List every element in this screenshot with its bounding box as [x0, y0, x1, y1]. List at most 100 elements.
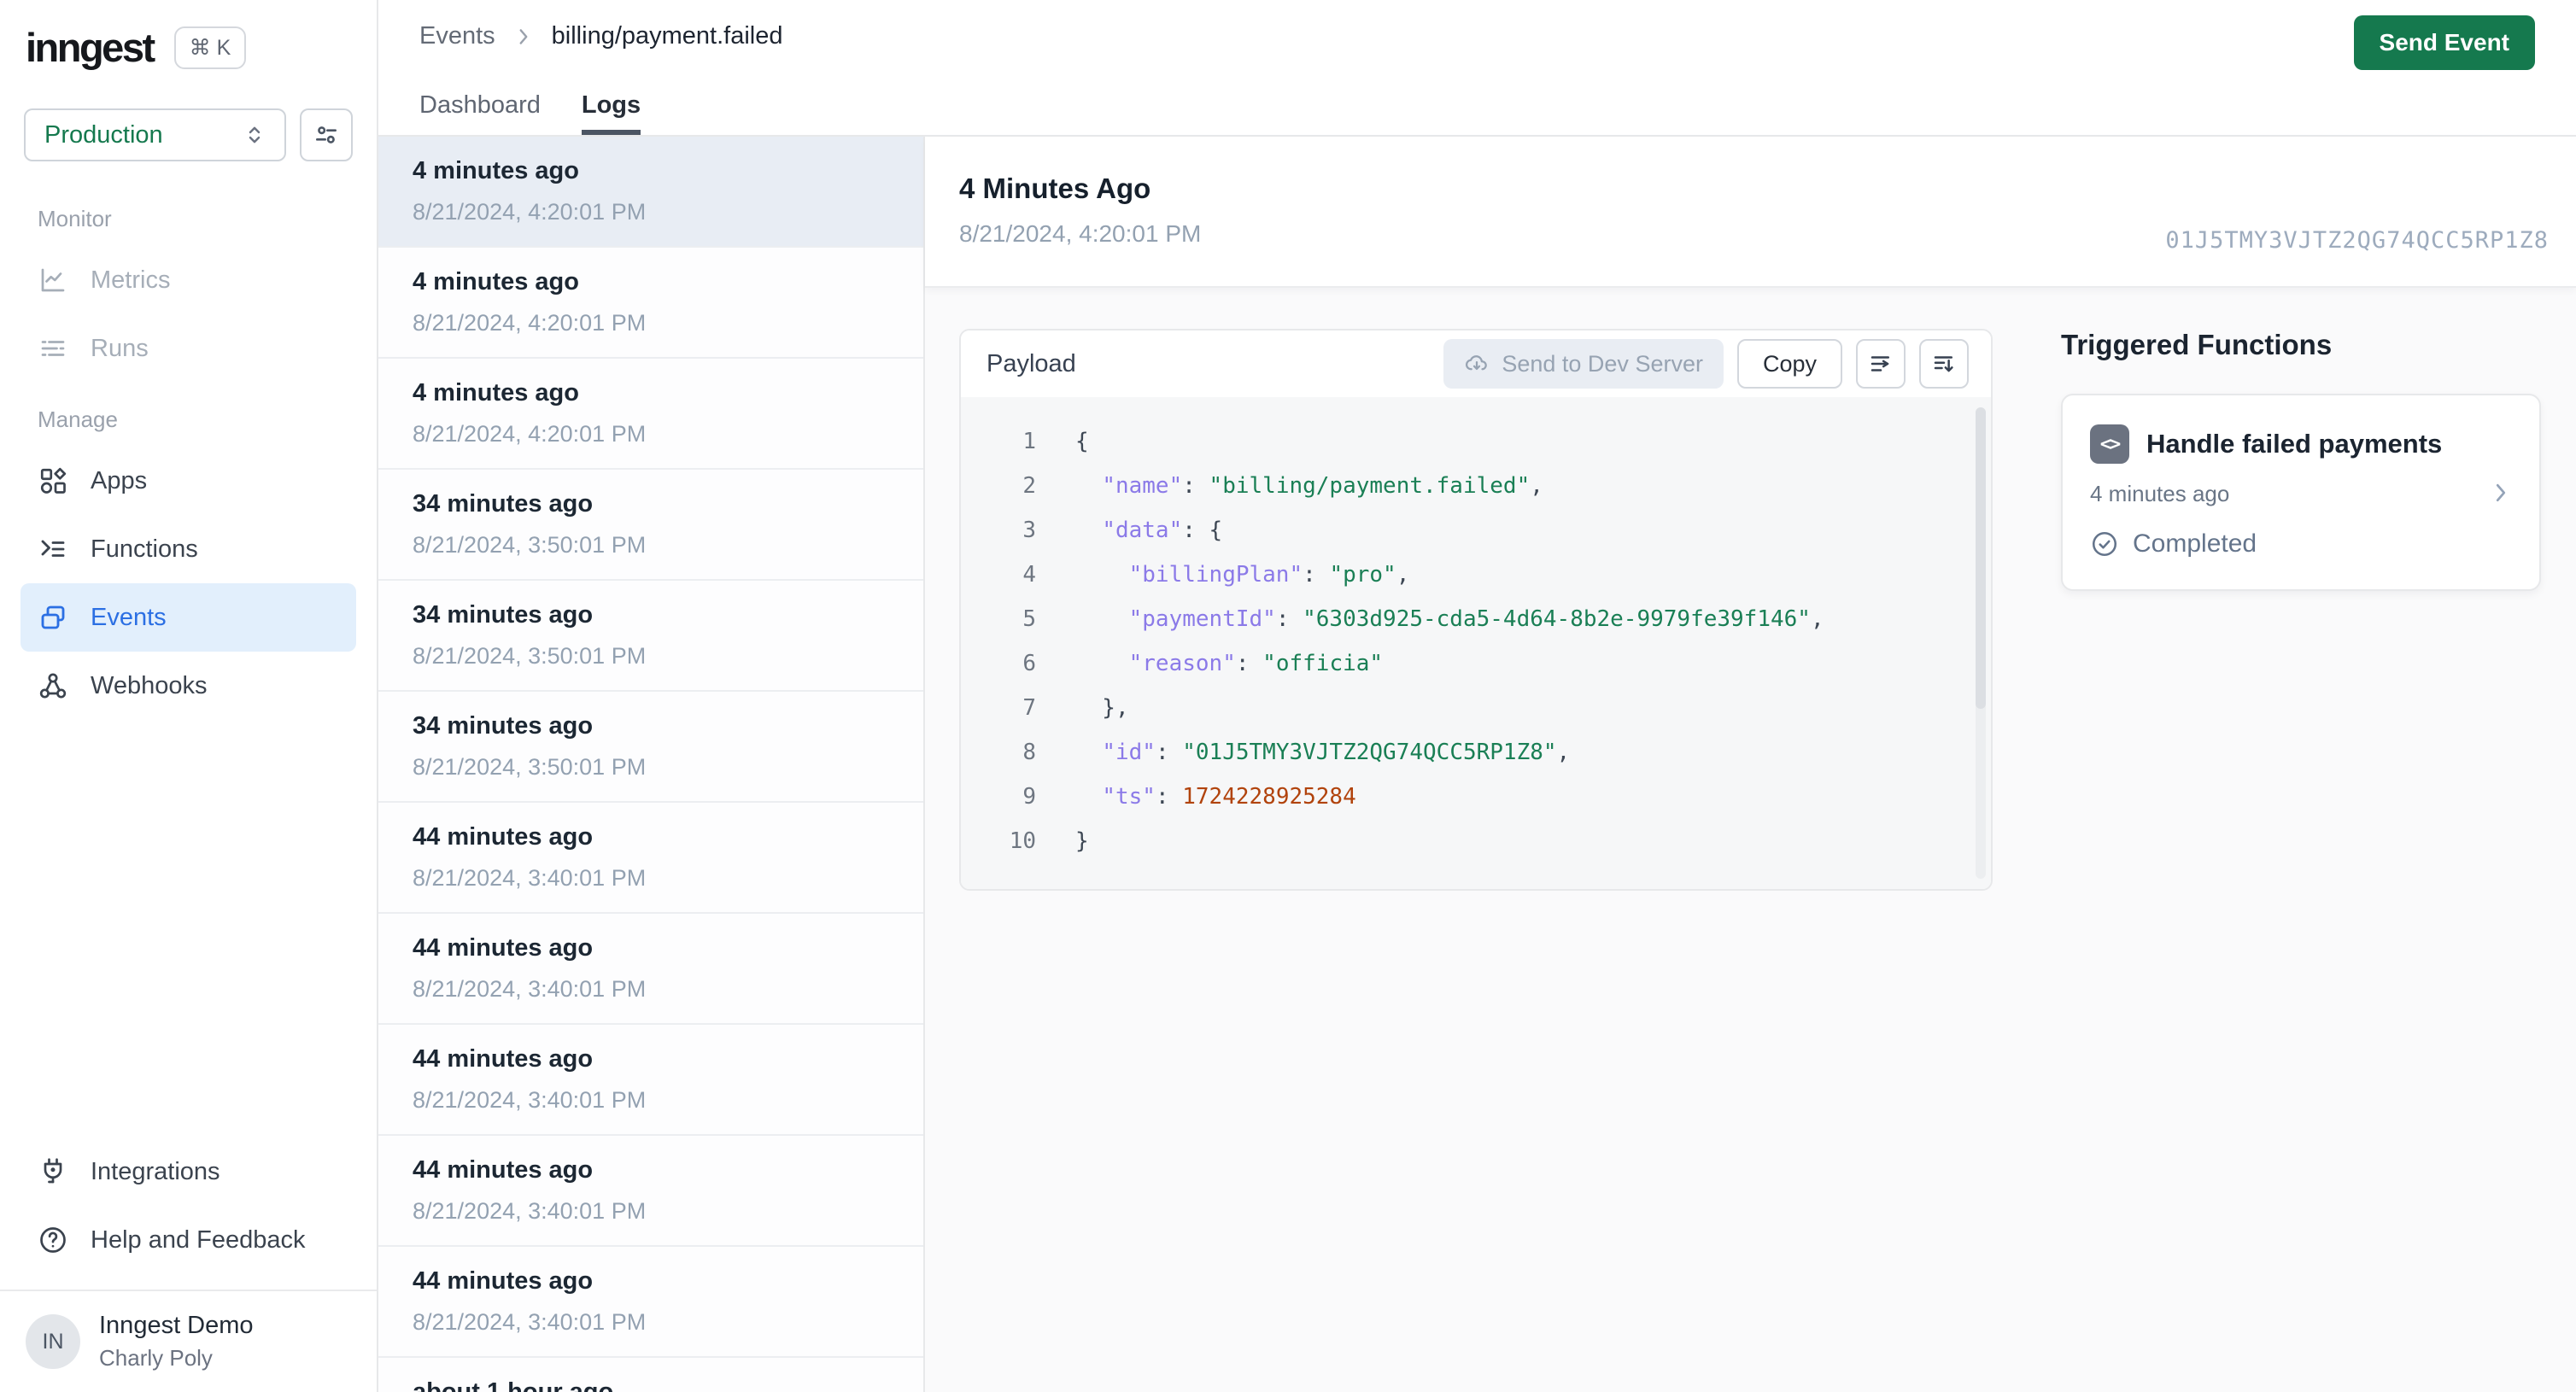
event-item-timestamp: 8/21/2024, 3:40:01 PM	[413, 865, 647, 891]
event-list-item[interactable]: 34 minutes ago 8/21/2024, 3:50:01 PM	[378, 470, 923, 581]
event-list-item[interactable]: 44 minutes ago 8/21/2024, 3:40:01 PM	[378, 1247, 923, 1358]
event-id: 01J5TMY3VJTZ2QG74QCC5RP1Z8	[2165, 227, 2549, 254]
send-event-button[interactable]: Send Event	[2353, 15, 2535, 70]
user-subtitle: Charly Poly	[99, 1345, 213, 1371]
event-item-timestamp: 8/21/2024, 3:50:01 PM	[413, 754, 647, 780]
event-item-relative: 44 minutes ago	[413, 1045, 594, 1073]
payload-header: Payload Send to Dev Server Copy	[961, 330, 1991, 397]
line-number: 1	[1022, 429, 1036, 454]
code-line: 5 "paymentId": "6303d925-cda5-4d64-8b2e-…	[961, 597, 1991, 641]
user-name: Inngest Demo	[99, 1312, 254, 1339]
section-label-monitor: Monitor	[38, 206, 112, 231]
line-number: 6	[1022, 651, 1036, 676]
sidebar-item-events[interactable]: Events	[20, 583, 356, 652]
event-list-item[interactable]: 4 minutes ago 8/21/2024, 4:20:01 PM	[378, 137, 923, 248]
sidebar-item-label: Functions	[91, 535, 198, 563]
main-area: Events billing/payment.failed Send Event…	[378, 0, 2576, 1392]
event-item-timestamp: 8/21/2024, 3:40:01 PM	[413, 1198, 647, 1224]
function-title-row: <> Handle failed payments	[2090, 424, 2512, 464]
event-list-item[interactable]: 44 minutes ago 8/21/2024, 3:40:01 PM	[378, 1136, 923, 1247]
code-line: 1{	[961, 419, 1991, 464]
content-row: 4 minutes ago 8/21/2024, 4:20:01 PM 4 mi…	[378, 137, 2576, 1392]
event-list-item[interactable]: 34 minutes ago 8/21/2024, 3:50:01 PM	[378, 581, 923, 692]
triggered-functions: Triggered Functions <> Handle failed pay…	[2061, 329, 2541, 591]
event-item-relative: 4 minutes ago	[413, 268, 579, 295]
tab-logs[interactable]: Logs	[581, 91, 641, 135]
line-number: 9	[1022, 784, 1036, 810]
inngest-logo[interactable]: inngest	[26, 24, 155, 71]
environment-label: Production	[44, 120, 163, 149]
sidebar-item-metrics[interactable]: Metrics	[20, 246, 356, 314]
event-item-timestamp: 8/21/2024, 4:20:01 PM	[413, 199, 647, 225]
event-detail-body: Payload Send to Dev Server Copy 1 {2 "n…	[925, 288, 2576, 1392]
sidebar-item-apps[interactable]: Apps	[20, 447, 356, 515]
line-number: 3	[1022, 518, 1036, 543]
functions-icon	[38, 534, 68, 564]
event-list-item[interactable]: 44 minutes ago 8/21/2024, 3:40:01 PM	[378, 914, 923, 1025]
event-list-item[interactable]: 44 minutes ago 8/21/2024, 3:40:01 PM	[378, 1025, 923, 1136]
code-line: 2 "name": "billing/payment.failed",	[961, 464, 1991, 508]
event-list-item[interactable]: 44 minutes ago 8/21/2024, 3:40:01 PM	[378, 803, 923, 914]
wrap-lines-button[interactable]	[1856, 339, 1906, 389]
command-k-shortcut[interactable]: ⌘ K	[173, 26, 247, 69]
environment-settings-button[interactable]	[300, 108, 353, 161]
function-status: Completed	[2090, 529, 2512, 559]
sidebar-item-label: Apps	[91, 466, 148, 494]
event-item-timestamp: 8/21/2024, 3:40:01 PM	[413, 1087, 647, 1113]
sidebar-item-label: Metrics	[91, 266, 171, 294]
sidebar-item-label: Events	[91, 603, 167, 631]
event-detail-title: 4 Minutes Ago	[959, 173, 1151, 204]
payload-card: Payload Send to Dev Server Copy 1 {2 "n…	[959, 329, 1993, 891]
event-item-relative: 44 minutes ago	[413, 934, 594, 962]
breadcrumb: Events billing/payment.failed	[419, 22, 2535, 50]
function-status-label: Completed	[2133, 529, 2257, 558]
sidebar-item-functions[interactable]: Functions	[20, 515, 356, 583]
topbar: Events billing/payment.failed Send Event…	[378, 0, 2576, 137]
code-scrollbar[interactable]	[1976, 407, 1986, 879]
code-badge-icon: <>	[2090, 424, 2129, 464]
event-list-item[interactable]: 4 minutes ago 8/21/2024, 4:20:01 PM	[378, 359, 923, 470]
app-window: inngest ⌘ K Production Monitor Metrics R…	[0, 0, 2576, 1392]
user-menu[interactable]: IN Inngest Demo Charly Poly	[0, 1290, 377, 1392]
cloud-download-icon	[1464, 351, 1490, 377]
event-list-item[interactable]: 34 minutes ago 8/21/2024, 3:50:01 PM	[378, 692, 923, 803]
send-to-dev-server-label: Send to Dev Server	[1502, 350, 1703, 377]
environment-select[interactable]: Production	[24, 108, 286, 161]
sidebar-item-help[interactable]: Help and Feedback	[20, 1206, 356, 1274]
sidebar: inngest ⌘ K Production Monitor Metrics R…	[0, 0, 378, 1392]
event-item-relative: 34 minutes ago	[413, 601, 594, 629]
sidebar-item-runs[interactable]: Runs	[20, 314, 356, 383]
breadcrumb-events-link[interactable]: Events	[419, 22, 495, 50]
sidebar-item-label: Webhooks	[91, 671, 208, 699]
sidebar-item-integrations[interactable]: Integrations	[20, 1138, 356, 1206]
code-line: 9 "ts": 1724228925284	[961, 775, 1991, 819]
event-item-timestamp: 8/21/2024, 4:20:01 PM	[413, 421, 647, 447]
sidebar-item-label: Integrations	[91, 1157, 220, 1185]
line-number: 8	[1022, 740, 1036, 765]
event-item-relative: 4 minutes ago	[413, 379, 579, 406]
tab-dashboard[interactable]: Dashboard	[419, 91, 541, 135]
line-number: 10	[1009, 828, 1036, 854]
code-line: 10}	[961, 819, 1991, 863]
triggered-function-card[interactable]: <> Handle failed payments 4 minutes ago …	[2061, 394, 2541, 591]
runs-list-icon	[38, 333, 68, 364]
event-list-item[interactable]: 4 minutes ago 8/21/2024, 4:20:01 PM	[378, 248, 923, 359]
event-detail-header: 4 Minutes Ago 8/21/2024, 4:20:01 PM 01J5…	[925, 137, 2576, 288]
payload-title: Payload	[986, 349, 1076, 377]
avatar: IN	[26, 1314, 80, 1369]
send-to-dev-server-button[interactable]: Send to Dev Server	[1443, 339, 1724, 389]
scroll-to-bottom-button[interactable]	[1919, 339, 1969, 389]
line-number: 4	[1022, 562, 1036, 588]
section-label-manage: Manage	[38, 406, 118, 432]
event-item-timestamp: 8/21/2024, 4:20:01 PM	[413, 310, 647, 336]
event-list-item[interactable]: about 1 hour ago	[378, 1358, 923, 1392]
metrics-chart-icon	[38, 265, 68, 295]
copy-button[interactable]: Copy	[1736, 339, 1842, 389]
sidebar-item-webhooks[interactable]: Webhooks	[20, 652, 356, 720]
sidebar-nav: Monitor Metrics Runs Manage Apps Functio…	[0, 161, 377, 1290]
environment-row: Production	[0, 71, 377, 161]
chevron-right-icon[interactable]	[2488, 480, 2514, 506]
line-number: 5	[1022, 606, 1036, 632]
code-line: 4 "billingPlan": "pro",	[961, 553, 1991, 597]
tabs: Dashboard Logs	[419, 91, 2535, 135]
